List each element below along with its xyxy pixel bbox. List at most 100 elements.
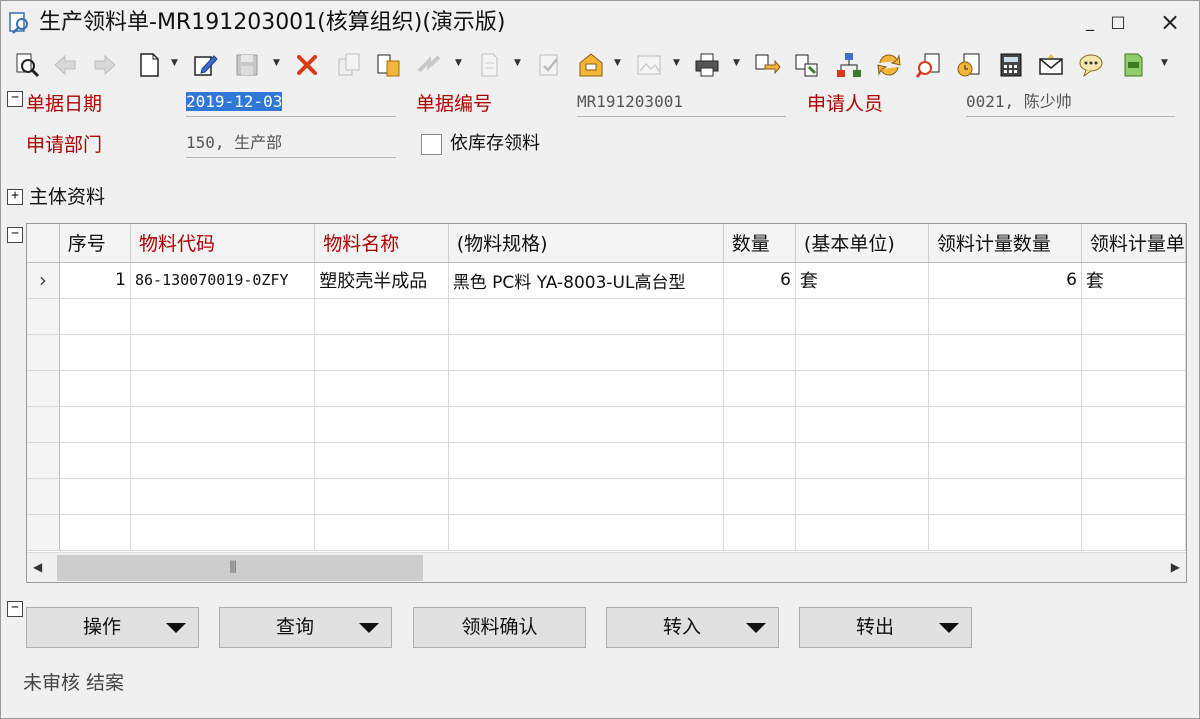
main-section-expand-toggle[interactable]: + [7,189,23,205]
excel-dropdown-icon[interactable]: ▼ [1161,57,1171,69]
copy-icon[interactable] [335,51,363,79]
date-value: 2019-12-03 [186,92,283,111]
cell-qty[interactable]: 6 [723,262,796,299]
paste-icon[interactable] [375,51,403,79]
print-dropdown-icon[interactable]: ▼ [733,57,743,69]
delete-icon[interactable] [293,51,321,79]
archive-icon[interactable] [577,51,605,79]
title-bar: 生产领料单-MR191203001(核算组织)(演示版) _ □ × [1,1,1199,45]
scroll-right-icon[interactable]: ▶ [1171,560,1180,574]
document-search-icon [9,11,31,35]
transfer-out-button[interactable]: 转出 [799,607,972,648]
clock-icon[interactable] [955,51,983,79]
column-header-qty[interactable]: 数量 [723,224,796,263]
dept-label: 申请部门 [26,134,103,156]
stock-checkbox[interactable] [421,134,442,155]
cell-code[interactable]: 86-130070019-0ZFY [130,262,316,299]
save-icon[interactable] [233,51,261,79]
link-icon[interactable] [753,51,781,79]
confirm-issue-button-label: 领料确认 [461,616,538,638]
table-row[interactable] [27,370,1186,407]
transfer-out-dropdown-icon [939,623,959,633]
grid-collapse-toggle[interactable]: − [7,227,23,243]
operate-dropdown-icon [166,623,186,633]
operate-button[interactable]: 操作 [26,607,199,648]
find-icon[interactable] [13,51,41,79]
new-icon[interactable] [135,51,163,79]
toolbar: ▼ ▼ ▼ ▼ ▼ ▼ ▼ ▼ [1,45,1199,87]
table-row[interactable] [27,298,1186,335]
image-icon[interactable] [635,51,663,79]
operate-button-label: 操作 [82,616,121,638]
save-dropdown-icon[interactable]: ▼ [273,57,283,69]
cell-issue-qty[interactable]: 6 [928,262,1082,299]
dept-value: 150, 生产部 [186,133,283,152]
table-row[interactable] [27,442,1186,479]
confirm-issue-button[interactable]: 领料确认 [413,607,586,648]
new-dropdown-icon[interactable]: ▼ [171,57,181,69]
transfer-icon[interactable] [415,51,443,79]
scroll-thumb[interactable]: ||| [57,555,423,581]
column-header-seq[interactable]: 序号 [59,224,131,263]
column-header-issue-unit[interactable]: 领料计量单 [1081,224,1186,263]
relate-icon[interactable] [793,51,821,79]
flow-icon[interactable] [835,51,863,79]
stock-checkbox-label: 依库存领料 [450,133,540,154]
chat-icon[interactable] [1077,51,1105,79]
mail-icon[interactable] [1037,51,1065,79]
image-dropdown-icon[interactable]: ▼ [673,57,683,69]
table-row[interactable] [27,478,1186,515]
column-header-code[interactable]: 物料代码 [130,224,316,263]
dept-field[interactable]: 150, 生产部 [186,128,396,158]
cell-unit[interactable]: 套 [795,262,929,299]
number-value: MR191203001 [577,92,683,111]
column-header-spec[interactable]: (物料规格) [448,224,724,263]
transfer-out-button-label: 转出 [855,616,894,638]
archive-dropdown-icon[interactable]: ▼ [614,57,624,69]
close-button[interactable]: × [1147,7,1193,37]
calculator-icon[interactable] [997,51,1025,79]
number-field[interactable]: MR191203001 [577,87,786,117]
date-label: 单据日期 [26,93,103,115]
applicant-field[interactable]: 0021, 陈少帅 [966,87,1175,117]
transfer-in-dropdown-icon [746,623,766,633]
edit-icon[interactable] [191,51,219,79]
approve-icon[interactable] [535,51,563,79]
cell-seq[interactable]: 1 [59,262,131,299]
doc-dropdown-icon[interactable]: ▼ [514,57,524,69]
scroll-left-icon[interactable]: ◀ [33,560,42,574]
search-doc-icon[interactable] [915,51,943,79]
date-field[interactable]: 2019-12-03 [186,87,396,117]
applicant-label: 申请人员 [807,93,884,115]
main-section-label: 主体资料 [29,186,106,208]
print-icon[interactable] [693,51,721,79]
column-header-issue-qty[interactable]: 领料计量数量 [928,224,1082,263]
grid-header-row: 序号 物料代码 物料名称 (物料规格) 数量 (基本单位) 领料计量数量 领料计… [27,224,1186,263]
row-indicator-icon[interactable]: › [27,262,60,299]
cell-name[interactable]: 塑胶壳半成品 [314,262,449,299]
column-header-unit[interactable]: (基本单位) [795,224,929,263]
column-header-name[interactable]: 物料名称 [314,224,449,263]
excel-icon[interactable] [1119,51,1147,79]
query-dropdown-icon [359,623,379,633]
applicant-value: 0021, 陈少帅 [966,92,1072,111]
table-row[interactable]: › 1 86-130070019-0ZFY 塑胶壳半成品 黑色 PC料 YA-8… [27,262,1186,299]
scroll-grip-icon: ||| [229,559,237,573]
cell-spec[interactable]: 黑色 PC料 YA-8003-UL高台型 [448,262,724,299]
back-icon[interactable] [51,51,79,79]
query-button[interactable]: 查询 [219,607,392,648]
horizontal-scrollbar[interactable]: ◀ ||| ▶ [27,552,1186,582]
number-label: 单据编号 [416,93,493,115]
doc-icon[interactable] [475,51,503,79]
maximize-button[interactable]: □ [1095,7,1141,37]
transfer-dropdown-icon[interactable]: ▼ [455,57,465,69]
table-row[interactable] [27,406,1186,443]
header-collapse-toggle[interactable]: − [7,91,23,107]
buttons-collapse-toggle[interactable]: − [7,601,23,617]
cell-issue-unit[interactable]: 套 [1081,262,1186,299]
forward-icon[interactable] [91,51,119,79]
table-row[interactable] [27,514,1186,551]
refresh-icon[interactable] [875,51,903,79]
transfer-in-button[interactable]: 转入 [606,607,779,648]
table-row[interactable] [27,334,1186,371]
